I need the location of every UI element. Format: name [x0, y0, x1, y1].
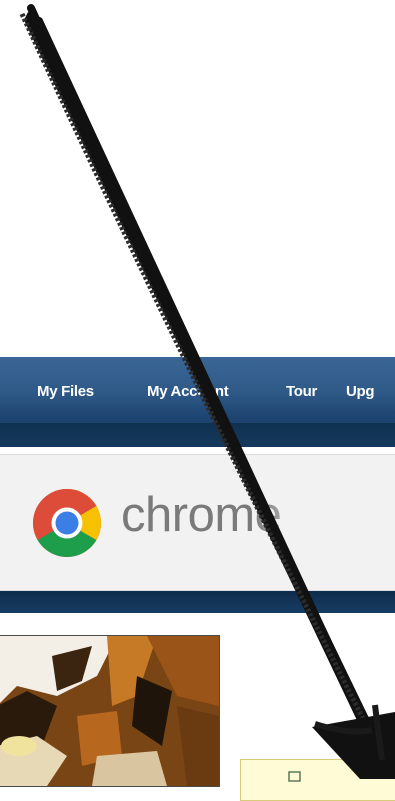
hand-drawn-arrow-icon	[19, 4, 395, 779]
